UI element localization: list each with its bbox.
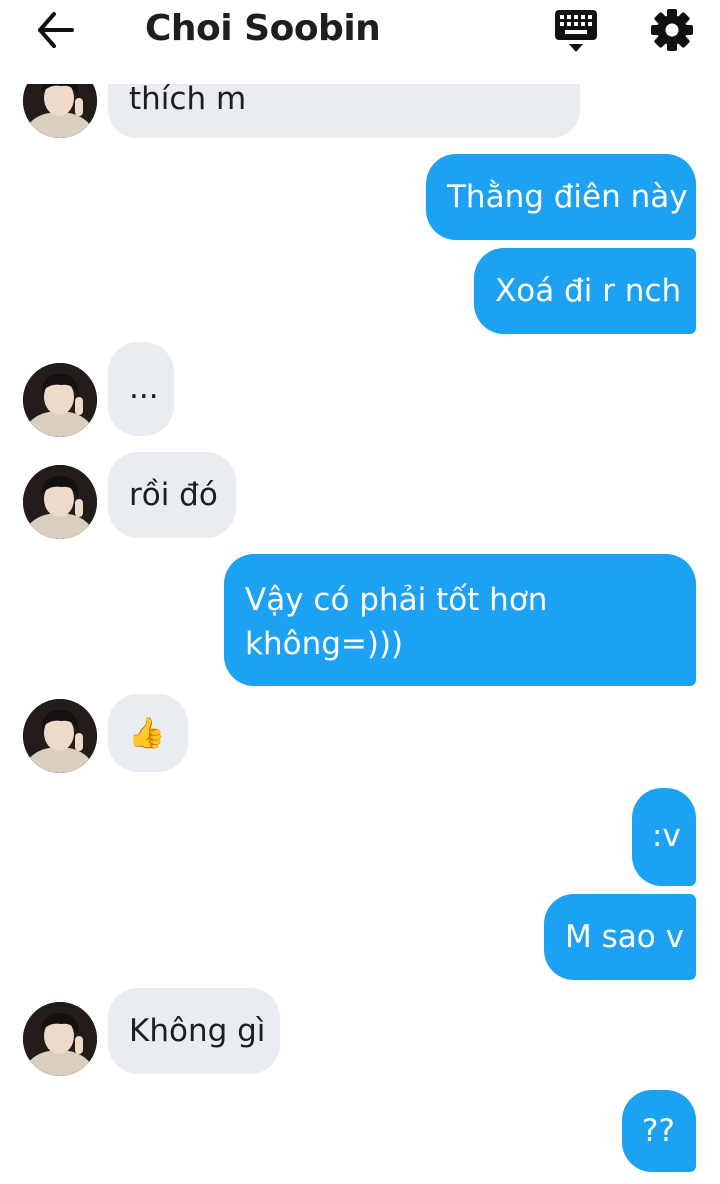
message-bubble-incoming[interactable]: 👍 [108, 694, 188, 772]
message-text-line: không=))) [245, 626, 404, 662]
message-text-line: Vậy có phải tốt hơn [245, 582, 548, 618]
message-bubble-outgoing[interactable]: ?? [622, 1090, 696, 1172]
message-text: Không gì [129, 1013, 266, 1049]
message-text: :v [652, 818, 681, 854]
conversation-title: Choi Soobin [145, 8, 381, 49]
message-bubble-outgoing[interactable]: Vậy có phải tốt hơn không=))) [224, 554, 696, 686]
message-text: Xoá đi r nch [495, 273, 682, 309]
message-bubble-outgoing[interactable]: Thằng điên này [426, 154, 696, 240]
message-bubble-incoming[interactable]: Không gì [108, 988, 280, 1074]
message-bubble-incoming[interactable]: ... [108, 342, 174, 436]
message-list[interactable]: thích m Thằng điên này Xoá đi r nch ... … [0, 0, 720, 1184]
settings-button[interactable] [648, 6, 696, 54]
message-bubble-outgoing[interactable]: Xoá đi r nch [474, 248, 696, 334]
message-bubble-outgoing[interactable]: :v [632, 788, 696, 886]
contact-avatar[interactable] [23, 699, 97, 773]
message-text: M sao v [565, 919, 684, 955]
message-text: ... [129, 370, 159, 406]
keyboard-icon [555, 10, 597, 52]
contact-avatar[interactable] [23, 465, 97, 539]
contact-avatar[interactable] [23, 1002, 97, 1076]
thumbs-up-emoji: 👍 [128, 716, 166, 751]
chat-header: Choi Soobin [0, 0, 720, 84]
message-bubble-outgoing[interactable]: M sao v [544, 894, 696, 980]
message-bubble-incoming[interactable]: rồi đó [108, 452, 236, 538]
message-text: rồi đó [129, 477, 218, 513]
back-button[interactable] [34, 10, 78, 50]
message-text: thích m [129, 81, 247, 117]
message-text: Thằng điên này [447, 179, 688, 215]
gear-icon [651, 9, 693, 51]
contact-avatar[interactable] [23, 363, 97, 437]
arrow-left-icon [38, 12, 74, 48]
keyboard-button[interactable] [553, 8, 599, 54]
message-text: ?? [642, 1113, 675, 1149]
